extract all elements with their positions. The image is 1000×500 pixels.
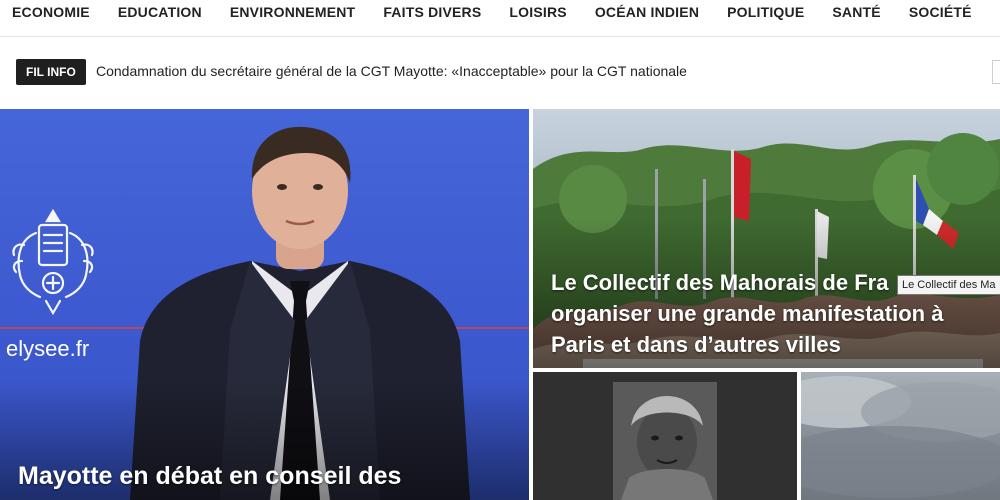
nav-item-education[interactable]: EDUCATION <box>104 0 216 20</box>
elysee-brand-text: elysee.fr <box>6 336 90 361</box>
ticker-headline-link[interactable]: Condamnation du secrétaire général de la… <box>96 63 687 79</box>
fil-info-badge: FIL INFO <box>16 59 86 85</box>
woman-portrait-image <box>533 372 797 500</box>
nav-item-faits-divers[interactable]: FAITS DIVERS <box>369 0 495 20</box>
featured-title-line-3: Paris et dans d’autres villes <box>551 332 841 357</box>
featured-title-line-1: Le Collectif des Mahorais de Fra <box>551 270 889 295</box>
nav-item-loisirs[interactable]: LOISIRS <box>495 0 580 20</box>
featured-title-line-2: organiser une grande manifestation à <box>551 301 944 326</box>
ticker-control-box[interactable] <box>992 60 1000 84</box>
hero-article-card[interactable]: elysee.fr Mayotte en débat en conseil de… <box>0 109 529 500</box>
featured-article-card[interactable]: Le Collectif des Mahorais de Fra organis… <box>533 109 1000 368</box>
article-thumbnail-sky[interactable] <box>801 372 1000 500</box>
article-thumbnail-portrait[interactable] <box>533 372 797 500</box>
republic-emblem-icon <box>12 208 94 316</box>
hero-article-title[interactable]: Mayotte en débat en conseil des <box>18 461 401 491</box>
news-ticker: FIL INFO Condamnation du secrétaire géné… <box>0 54 1000 90</box>
title-tooltip: Le Collectif des Ma <box>897 275 1000 295</box>
nav-item-sante[interactable]: SANTÉ <box>818 0 894 20</box>
nav-item-societe[interactable]: SOCIÉTÉ <box>895 0 986 20</box>
cloudy-sky-image <box>801 376 1000 498</box>
nav-item-economie[interactable]: ECONOMIE <box>0 0 104 20</box>
nav-item-environnement[interactable]: ENVIRONNEMENT <box>216 0 370 20</box>
nav-item-ocean-indien[interactable]: OCÉAN INDIEN <box>581 0 713 20</box>
top-navigation: ECONOMIE EDUCATION ENVIRONNEMENT FAITS D… <box>0 0 1000 37</box>
nav-item-politique[interactable]: POLITIQUE <box>713 0 818 20</box>
